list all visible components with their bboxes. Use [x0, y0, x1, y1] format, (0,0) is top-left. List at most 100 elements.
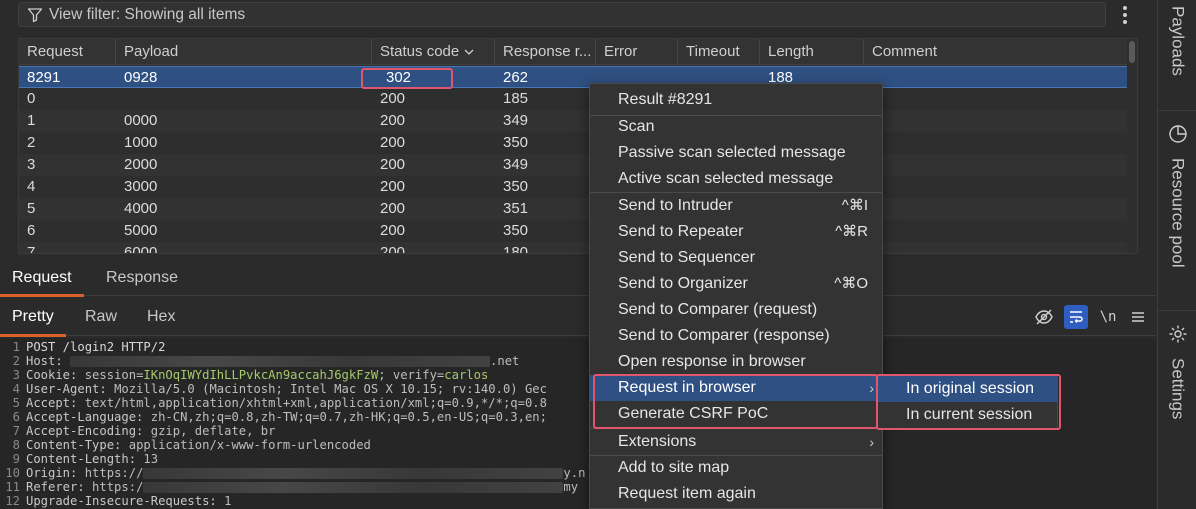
menu-item-add-to-site-map[interactable]: Add to site map: [590, 455, 882, 481]
show-newlines-button[interactable]: \n: [1096, 305, 1120, 329]
menu-item-label: Send to Repeater: [618, 223, 744, 240]
cookie-name: session=: [84, 368, 144, 382]
header-value: zh-CN,zh;q=0.8,zh-TW;q=0.7,zh-HK;q=0.5,e…: [150, 410, 547, 424]
settings-tab[interactable]: Settings: [1158, 324, 1196, 419]
column-length[interactable]: Length: [760, 39, 864, 65]
resource-pool-icon: [1168, 125, 1187, 143]
menu-item-send-to-organizer[interactable]: Send to Organizer ^⌘O: [590, 271, 882, 297]
column-error[interactable]: Error: [596, 39, 678, 65]
cell-request: 6: [27, 222, 36, 239]
cell-payload: 2000: [124, 156, 158, 173]
line-number: 1: [12, 340, 20, 354]
column-comment[interactable]: Comment: [864, 39, 1127, 65]
shortcut-label: ^⌘O: [834, 275, 868, 292]
cell-response: 185: [503, 90, 529, 107]
menu-item-send-to-repeater[interactable]: Send to Repeater ^⌘R: [590, 219, 882, 245]
cell-response: 349: [503, 112, 529, 129]
menu-item-label: Send to Intruder: [618, 197, 733, 214]
column-status-code-label: Status code: [380, 43, 460, 60]
cell-payload: 6000: [124, 244, 158, 254]
menu-item-comparer-request[interactable]: Send to Comparer (request): [590, 297, 882, 323]
table-row[interactable]: 7 6000 200 180: [19, 242, 1127, 254]
tab-request[interactable]: Request: [0, 262, 84, 297]
cell-request: 5: [27, 200, 36, 217]
header-value: application/x-www-form-urlencoded: [128, 438, 371, 452]
header-key: Cookie:: [26, 368, 78, 382]
table-row[interactable]: 3 2000 200 349: [19, 154, 1127, 176]
menu-lines-icon[interactable]: [1126, 305, 1150, 329]
header-key: Accept:: [26, 396, 78, 410]
resource-pool-tab[interactable]: Resource pool: [1158, 124, 1196, 268]
menu-highlight-box: [593, 374, 878, 429]
word-wrap-icon[interactable]: [1064, 305, 1088, 329]
submenu-highlight-box: [876, 374, 1061, 430]
cell-payload: 3000: [124, 178, 158, 195]
column-response-received[interactable]: Response r...: [495, 39, 596, 65]
message-tabs: Request Response: [0, 262, 1156, 297]
cell-response: 180: [503, 244, 529, 254]
menu-item-extensions[interactable]: Extensions ›: [590, 429, 882, 455]
payloads-tab[interactable]: Payloads: [1158, 6, 1196, 76]
line-number: 9: [12, 452, 20, 466]
header-key: Upgrade-Insecure-Requests:: [26, 494, 217, 508]
header-key: Host:: [26, 354, 63, 368]
line-number: 2: [12, 354, 20, 368]
tab-hex[interactable]: Hex: [135, 300, 187, 336]
view-mode-tabs: Pretty Raw Hex: [0, 300, 1156, 337]
header-upgrade-insecure: Upgrade-Insecure-Requests: 1: [26, 494, 231, 508]
menu-item-label: Send to Organizer: [618, 275, 748, 292]
line-number: 10: [5, 466, 20, 480]
menu-item-passive-scan[interactable]: Passive scan selected message: [590, 140, 882, 166]
header-value: text/html,application/xhtml+xml,applicat…: [84, 396, 547, 410]
menu-item-comparer-response[interactable]: Send to Comparer (response): [590, 323, 882, 349]
header-value: https://: [84, 466, 144, 480]
cell-status: 200: [380, 222, 406, 239]
header-key: Content-Length:: [26, 452, 137, 466]
menu-item-scan[interactable]: Scan: [590, 114, 882, 140]
table-row[interactable]: 2 1000 200 350: [19, 132, 1127, 154]
column-status-code[interactable]: Status code: [372, 39, 495, 65]
column-payload[interactable]: Payload: [116, 39, 372, 65]
header-host: Host: .net: [26, 354, 519, 368]
column-timeout[interactable]: Timeout: [678, 39, 760, 65]
menu-item-active-scan[interactable]: Active scan selected message: [590, 166, 882, 192]
header-key: Accept-Language:: [26, 410, 144, 424]
table-row[interactable]: 8291 0928 302 262 188: [19, 66, 1127, 88]
header-value: gzip, deflate, br: [150, 424, 276, 438]
cell-request: 8291: [27, 69, 61, 86]
line-number: 4: [12, 382, 20, 396]
table-row[interactable]: 6 5000 200 350: [19, 220, 1127, 242]
table-row[interactable]: 0 200 185: [19, 88, 1127, 110]
header-value-tail: my: [563, 480, 579, 494]
redacted-text: [70, 356, 491, 367]
menu-item-send-to-sequencer[interactable]: Send to Sequencer: [590, 245, 882, 271]
menu-result-header: Result #8291: [618, 91, 713, 108]
header-cookie: Cookie: session=IKnOqIWYdIhLLPvkcAn9acca…: [26, 368, 488, 382]
payloads-label: Payloads: [1168, 6, 1188, 76]
cell-status: 200: [380, 134, 406, 151]
cell-request: 2: [27, 134, 36, 151]
context-menu: Result #8291 Scan Passive scan selected …: [589, 83, 883, 509]
more-options-icon[interactable]: [1118, 4, 1132, 26]
table-row[interactable]: 1 0000 200 349: [19, 110, 1127, 132]
right-side-panel: Payloads Resource pool Settings: [1157, 0, 1196, 509]
table-row[interactable]: 4 3000 200 350: [19, 176, 1127, 198]
menu-item-send-to-intruder[interactable]: Send to Intruder ^⌘I: [590, 193, 882, 219]
menu-item-open-response-browser[interactable]: Open response in browser: [590, 349, 882, 375]
cookie-name: ; verify=: [378, 368, 445, 382]
table-row[interactable]: 5 4000 200 351: [19, 198, 1127, 220]
tab-pretty[interactable]: Pretty: [0, 300, 66, 337]
line-number: 3: [12, 368, 20, 382]
view-filter-bar[interactable]: View filter: Showing all items: [18, 2, 1106, 27]
hide-non-printable-icon[interactable]: [1032, 305, 1056, 329]
table-scrollbar[interactable]: [1129, 41, 1135, 63]
column-request[interactable]: Request: [19, 39, 116, 65]
tab-raw[interactable]: Raw: [73, 300, 129, 336]
header-accept-encoding: Accept-Encoding: gzip, deflate, br: [26, 424, 276, 438]
header-referer: Referer: https:/ my: [26, 480, 578, 494]
header-value: .net: [490, 354, 520, 368]
shortcut-label: ^⌘I: [841, 197, 868, 214]
shortcut-label: ^⌘R: [835, 223, 868, 240]
menu-item-request-again[interactable]: Request item again: [590, 481, 882, 507]
tab-response[interactable]: Response: [94, 262, 190, 296]
